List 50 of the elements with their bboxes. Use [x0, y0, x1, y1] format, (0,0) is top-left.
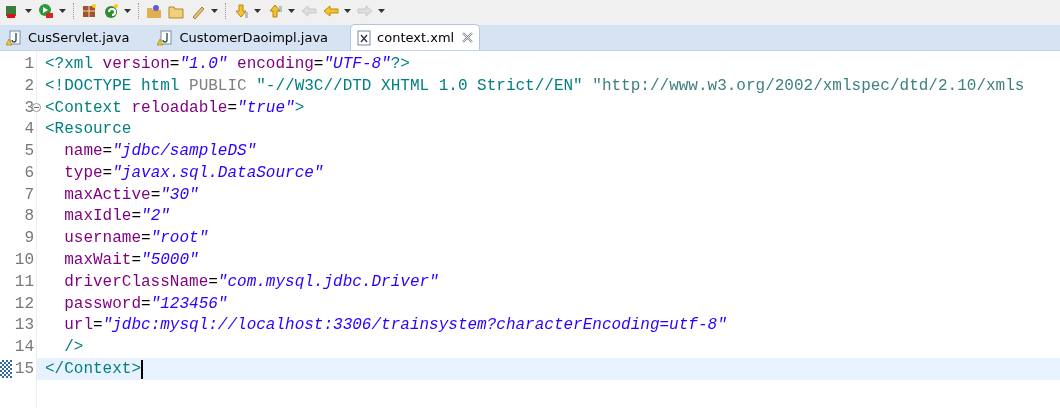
back-arrow-icon [301, 3, 317, 19]
line-number: 12 [14, 293, 34, 315]
code-line: driverClassName="com.mysql.jdbc.Driver" [63, 271, 439, 293]
toolbar-dropdown-button[interactable] [36, 1, 68, 21]
line-number: 4 [24, 119, 34, 141]
editor-tab[interactable]: CusServlet.java [0, 26, 136, 50]
code-line: url="jdbc:mysql://localhost:3306/trainsystem?characterEncoding=utf-8" [63, 315, 727, 337]
folder-icon [146, 3, 162, 19]
code-line: password="123456" [63, 293, 228, 315]
folder-icon [168, 3, 184, 19]
java-file-warning-icon [6, 30, 22, 46]
code-line: name="jdbc/sampleDS" [63, 141, 257, 163]
line-number: 10 [14, 250, 34, 272]
java-file-warning-icon [157, 30, 174, 46]
line-number: 14 [14, 337, 34, 359]
back-arrow-icon [323, 3, 339, 19]
code-line: <?xml version="1.0" encoding="UTF-8"?> [45, 53, 410, 75]
line-number: 5 [24, 141, 34, 163]
line-number: 9 [24, 228, 34, 250]
line-number: 11 [14, 271, 34, 293]
forward-arrow-icon [357, 3, 373, 19]
line-number: 15 [14, 359, 34, 381]
code-line: maxWait="5000" [63, 250, 199, 272]
line-number: 13 [14, 315, 34, 337]
close-icon[interactable] [462, 32, 474, 43]
code-line: <Resource [45, 119, 132, 141]
line-number: 3 [24, 97, 34, 119]
code-line: maxIdle="2" [63, 206, 170, 228]
collapse-icon[interactable] [32, 103, 41, 112]
editor-tab[interactable]: CustomerDaoimpl.java [151, 26, 335, 50]
code-line: maxActive="30" [63, 184, 199, 206]
code-line: username="root" [63, 228, 209, 250]
code-line: /> [63, 337, 84, 359]
up-arrow-icon [267, 3, 283, 19]
line-number: 2 [24, 75, 34, 97]
code-line: type="javax.sql.DataSource" [63, 162, 324, 184]
xml-file-icon [357, 29, 372, 46]
line-number: 1 [24, 53, 34, 75]
code-line: <Context reloadable="true"> [45, 97, 305, 119]
run-icon [38, 3, 54, 19]
line-number: 7 [24, 184, 34, 206]
refresh-icon [103, 3, 119, 19]
line-number: 6 [24, 162, 34, 184]
grid-icon [81, 3, 97, 19]
code-line: <!DOCTYPE html PUBLIC "-//W3C//DTD XHTML 1.0 Strict//EN" "http://www.w3.org/2002/xmlspec/dtd/2.10/xmls [45, 75, 1025, 97]
code-line: </Context> [45, 359, 141, 381]
line-number: 8 [24, 206, 34, 228]
down-arrow-icon [233, 3, 249, 19]
text-cursor [141, 359, 143, 379]
editor-tab[interactable]: context.xml [350, 24, 481, 50]
